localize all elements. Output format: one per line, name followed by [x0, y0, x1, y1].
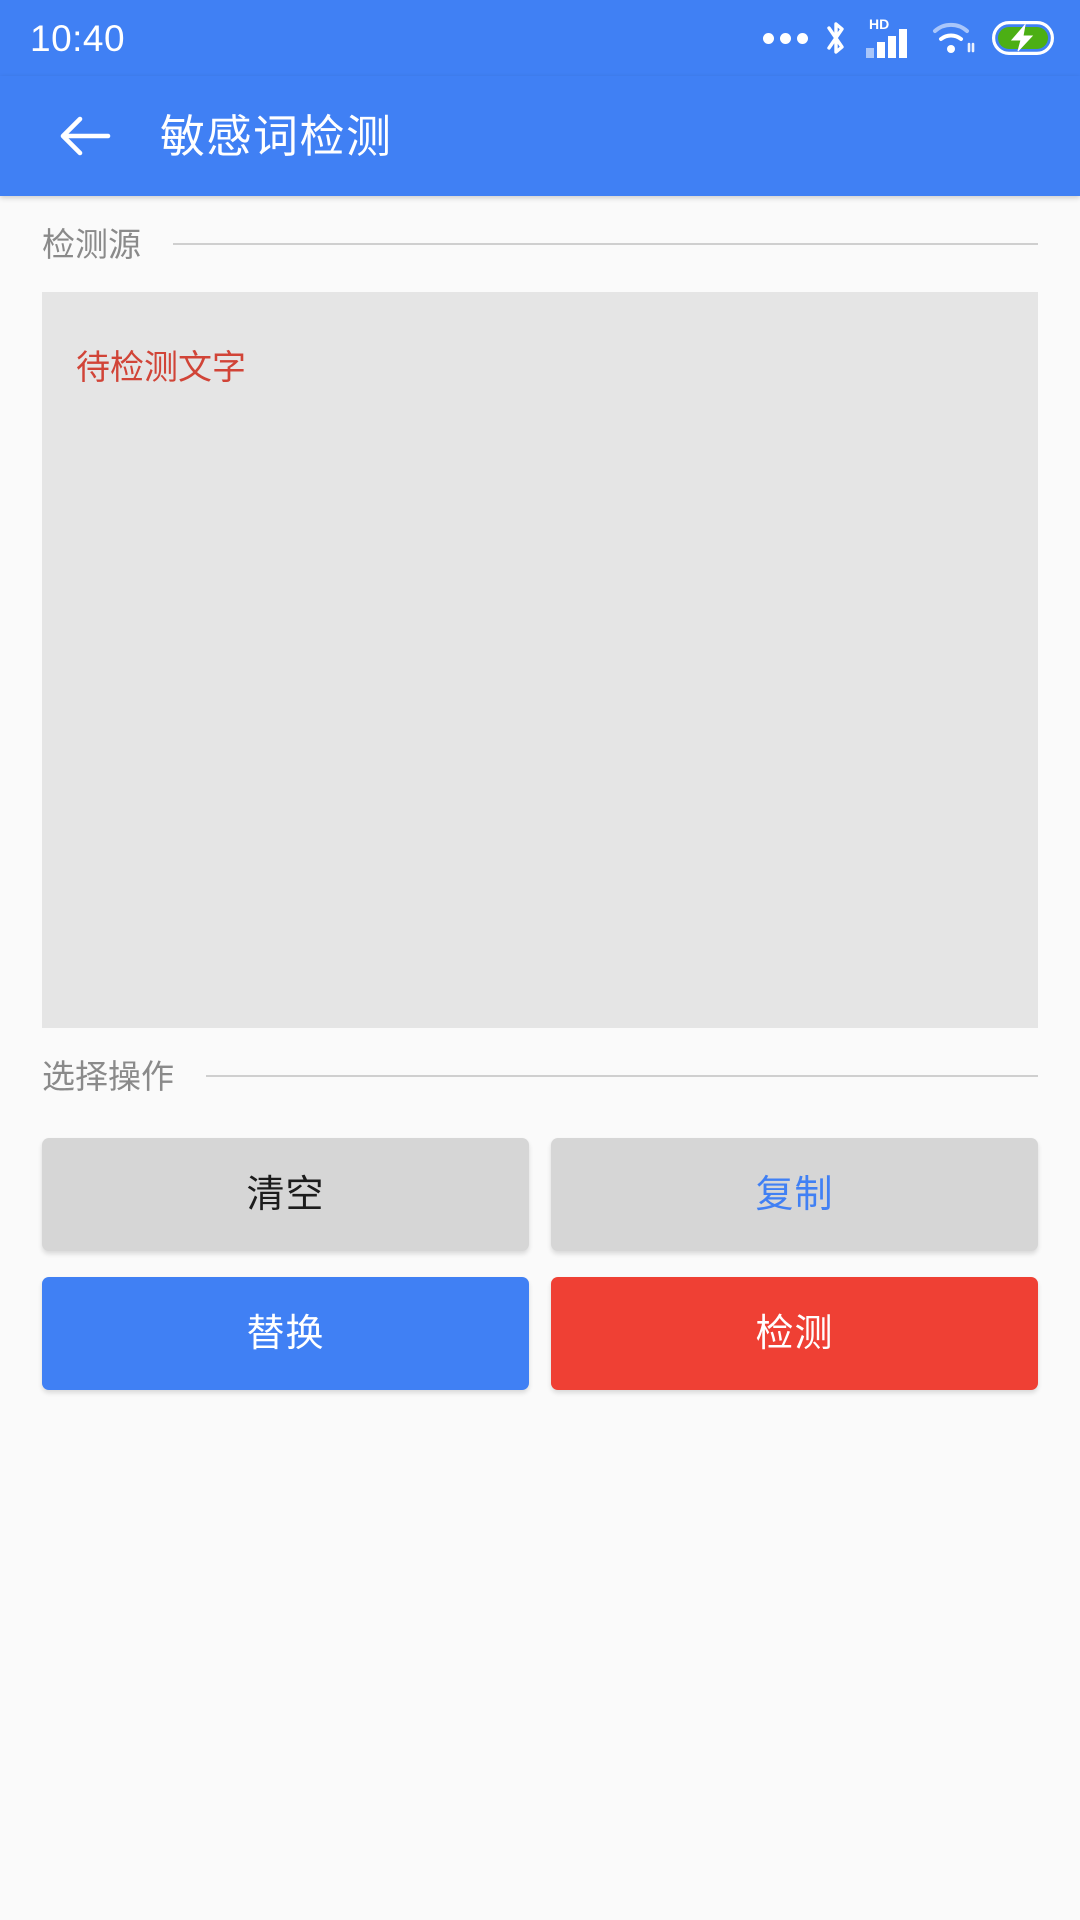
operations-button-grid: 清空 复制 替换 检测 — [0, 1138, 1080, 1390]
status-bar: 10:40 HD — [0, 0, 1080, 76]
section-label-operations: 选择操作 — [42, 1057, 174, 1095]
detect-button[interactable]: 检测 — [551, 1277, 1038, 1390]
source-text-input[interactable] — [42, 292, 1038, 1028]
section-header-operations: 选择操作 — [0, 1028, 1080, 1124]
replace-button[interactable]: 替换 — [42, 1277, 529, 1390]
back-button[interactable] — [48, 99, 122, 173]
app-screen: 10:40 HD 敏感词检测 检测源 待检测文字 选择操作 清空 复制 替换 检… — [0, 0, 1080, 1920]
battery-charging-icon — [992, 21, 1054, 55]
copy-button[interactable]: 复制 — [551, 1138, 1038, 1251]
signal-bars-icon: HD — [864, 16, 916, 60]
source-field-container — [0, 292, 1080, 1028]
more-dots-icon — [763, 32, 808, 44]
bluetooth-icon — [823, 18, 849, 58]
svg-text:HD: HD — [869, 16, 889, 32]
section-label-source: 检测源 — [42, 225, 141, 263]
wifi-icon — [931, 18, 977, 58]
status-bar-clock: 10:40 — [30, 17, 126, 59]
clear-button[interactable]: 清空 — [42, 1138, 529, 1251]
section-header-source: 检测源 — [0, 196, 1080, 292]
back-arrow-icon — [57, 113, 113, 159]
section-divider-source — [173, 243, 1038, 245]
content-area: 检测源 选择操作 清空 复制 替换 检测 — [0, 196, 1080, 1920]
page-title: 敏感词检测 — [160, 110, 393, 162]
section-divider-operations — [206, 1075, 1038, 1077]
app-bar: 敏感词检测 — [0, 76, 1080, 196]
status-bar-icons: HD — [763, 16, 1054, 60]
